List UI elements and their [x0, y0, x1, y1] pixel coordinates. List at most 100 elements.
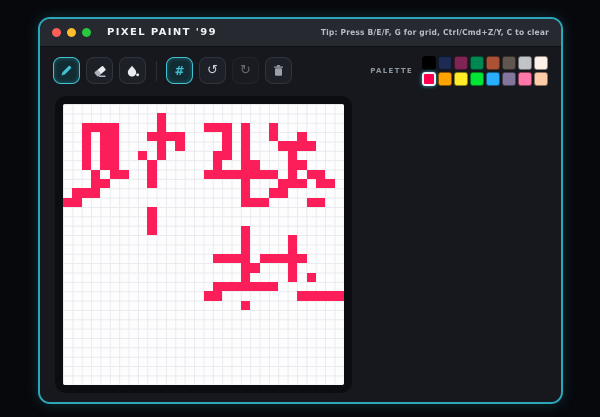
pixel-cell[interactable] — [213, 151, 222, 160]
pixel-cell[interactable] — [288, 179, 297, 188]
pixel-cell[interactable] — [72, 188, 81, 197]
pixel-cell[interactable] — [175, 141, 184, 150]
pixel-cell[interactable] — [316, 179, 325, 188]
pixel-cell[interactable] — [260, 254, 269, 263]
pixel-cell[interactable] — [222, 170, 231, 179]
pixel-cell[interactable] — [307, 291, 316, 300]
pixel-cell[interactable] — [297, 160, 306, 169]
eraser-tool-button[interactable] — [86, 57, 113, 84]
pixel-cell[interactable] — [241, 226, 250, 235]
pixel-cell[interactable] — [288, 245, 297, 254]
pixel-cell[interactable] — [278, 141, 287, 150]
pixel-cell[interactable] — [288, 141, 297, 150]
pixel-cell[interactable] — [241, 160, 250, 169]
pixel-cell[interactable] — [288, 151, 297, 160]
pixel-cell[interactable] — [241, 123, 250, 132]
pixel-cell[interactable] — [157, 141, 166, 150]
pixel-cell[interactable] — [297, 254, 306, 263]
pixel-cell[interactable] — [260, 198, 269, 207]
pixel-cell[interactable] — [119, 170, 128, 179]
pixel-cell[interactable] — [325, 179, 334, 188]
redo-button[interactable]: ↻ — [232, 57, 259, 84]
pixel-cell[interactable] — [241, 141, 250, 150]
palette-swatch-4[interactable] — [486, 56, 500, 70]
pixel-cell[interactable] — [91, 170, 100, 179]
pixel-cell[interactable] — [241, 235, 250, 244]
traffic-light-minimize-button[interactable] — [67, 28, 76, 37]
pixel-cell[interactable] — [241, 245, 250, 254]
pixel-cell[interactable] — [297, 132, 306, 141]
palette-swatch-5[interactable] — [502, 56, 516, 70]
pixel-cell[interactable] — [213, 160, 222, 169]
pixel-cell[interactable] — [241, 132, 250, 141]
pixel-cell[interactable] — [288, 263, 297, 272]
pixel-cell[interactable] — [147, 216, 156, 225]
pixel-cell[interactable] — [91, 123, 100, 132]
pixel-cell[interactable] — [269, 123, 278, 132]
pixel-cell[interactable] — [288, 254, 297, 263]
pixel-cell[interactable] — [250, 170, 259, 179]
pixel-cell[interactable] — [147, 179, 156, 188]
pixel-cell[interactable] — [82, 132, 91, 141]
pixel-cell[interactable] — [241, 198, 250, 207]
pixel-cell[interactable] — [110, 170, 119, 179]
fill-tool-button[interactable] — [119, 57, 146, 84]
pixel-cell[interactable] — [269, 282, 278, 291]
pixel-cell[interactable] — [269, 254, 278, 263]
pixel-cell[interactable] — [325, 291, 334, 300]
pixel-cell[interactable] — [110, 160, 119, 169]
pixel-cell[interactable] — [241, 263, 250, 272]
palette-swatch-8-selected[interactable] — [422, 72, 436, 86]
palette-swatch-2[interactable] — [454, 56, 468, 70]
pixel-cell[interactable] — [110, 151, 119, 160]
pixel-cell[interactable] — [222, 132, 231, 141]
palette-swatch-3[interactable] — [470, 56, 484, 70]
pixel-cell[interactable] — [307, 170, 316, 179]
pixel-cell[interactable] — [100, 160, 109, 169]
pixel-cell[interactable] — [147, 170, 156, 179]
pixel-cell[interactable] — [138, 151, 147, 160]
pixel-cell[interactable] — [297, 291, 306, 300]
pixel-cell[interactable] — [232, 170, 241, 179]
pixel-cell[interactable] — [335, 291, 344, 300]
drawing-canvas[interactable] — [63, 104, 344, 385]
pixel-cell[interactable] — [250, 282, 259, 291]
pixel-cell[interactable] — [63, 198, 72, 207]
pixel-cell[interactable] — [110, 132, 119, 141]
pixel-cell[interactable] — [222, 123, 231, 132]
pixel-cell[interactable] — [222, 282, 231, 291]
pixel-cell[interactable] — [222, 151, 231, 160]
palette-swatch-10[interactable] — [454, 72, 468, 86]
pencil-tool-button[interactable] — [53, 57, 80, 84]
pixel-cell[interactable] — [222, 254, 231, 263]
pixel-cell[interactable] — [100, 141, 109, 150]
traffic-light-zoom-button[interactable] — [82, 28, 91, 37]
pixel-cell[interactable] — [82, 151, 91, 160]
palette-swatch-12[interactable] — [486, 72, 500, 86]
palette-swatch-15[interactable] — [534, 72, 548, 86]
palette-swatch-0[interactable] — [422, 56, 436, 70]
pixel-cell[interactable] — [241, 170, 250, 179]
grid-toggle-button[interactable]: # — [166, 57, 193, 84]
pixel-cell[interactable] — [250, 263, 259, 272]
pixel-cell[interactable] — [213, 282, 222, 291]
pixel-cell[interactable] — [250, 198, 259, 207]
pixel-cell[interactable] — [288, 160, 297, 169]
pixel-cell[interactable] — [110, 141, 119, 150]
pixel-cell[interactable] — [278, 254, 287, 263]
palette-swatch-9[interactable] — [438, 72, 452, 86]
pixel-cell[interactable] — [175, 132, 184, 141]
pixel-cell[interactable] — [288, 170, 297, 179]
pixel-cell[interactable] — [278, 188, 287, 197]
palette-swatch-7[interactable] — [534, 56, 548, 70]
pixel-cell[interactable] — [157, 151, 166, 160]
pixel-cell[interactable] — [288, 273, 297, 282]
pixel-cell[interactable] — [316, 291, 325, 300]
pixel-cell[interactable] — [72, 198, 81, 207]
pixel-cell[interactable] — [110, 123, 119, 132]
pixel-cell[interactable] — [260, 282, 269, 291]
pixel-cell[interactable] — [307, 198, 316, 207]
palette-swatch-1[interactable] — [438, 56, 452, 70]
palette-swatch-14[interactable] — [518, 72, 532, 86]
pixel-cell[interactable] — [269, 170, 278, 179]
